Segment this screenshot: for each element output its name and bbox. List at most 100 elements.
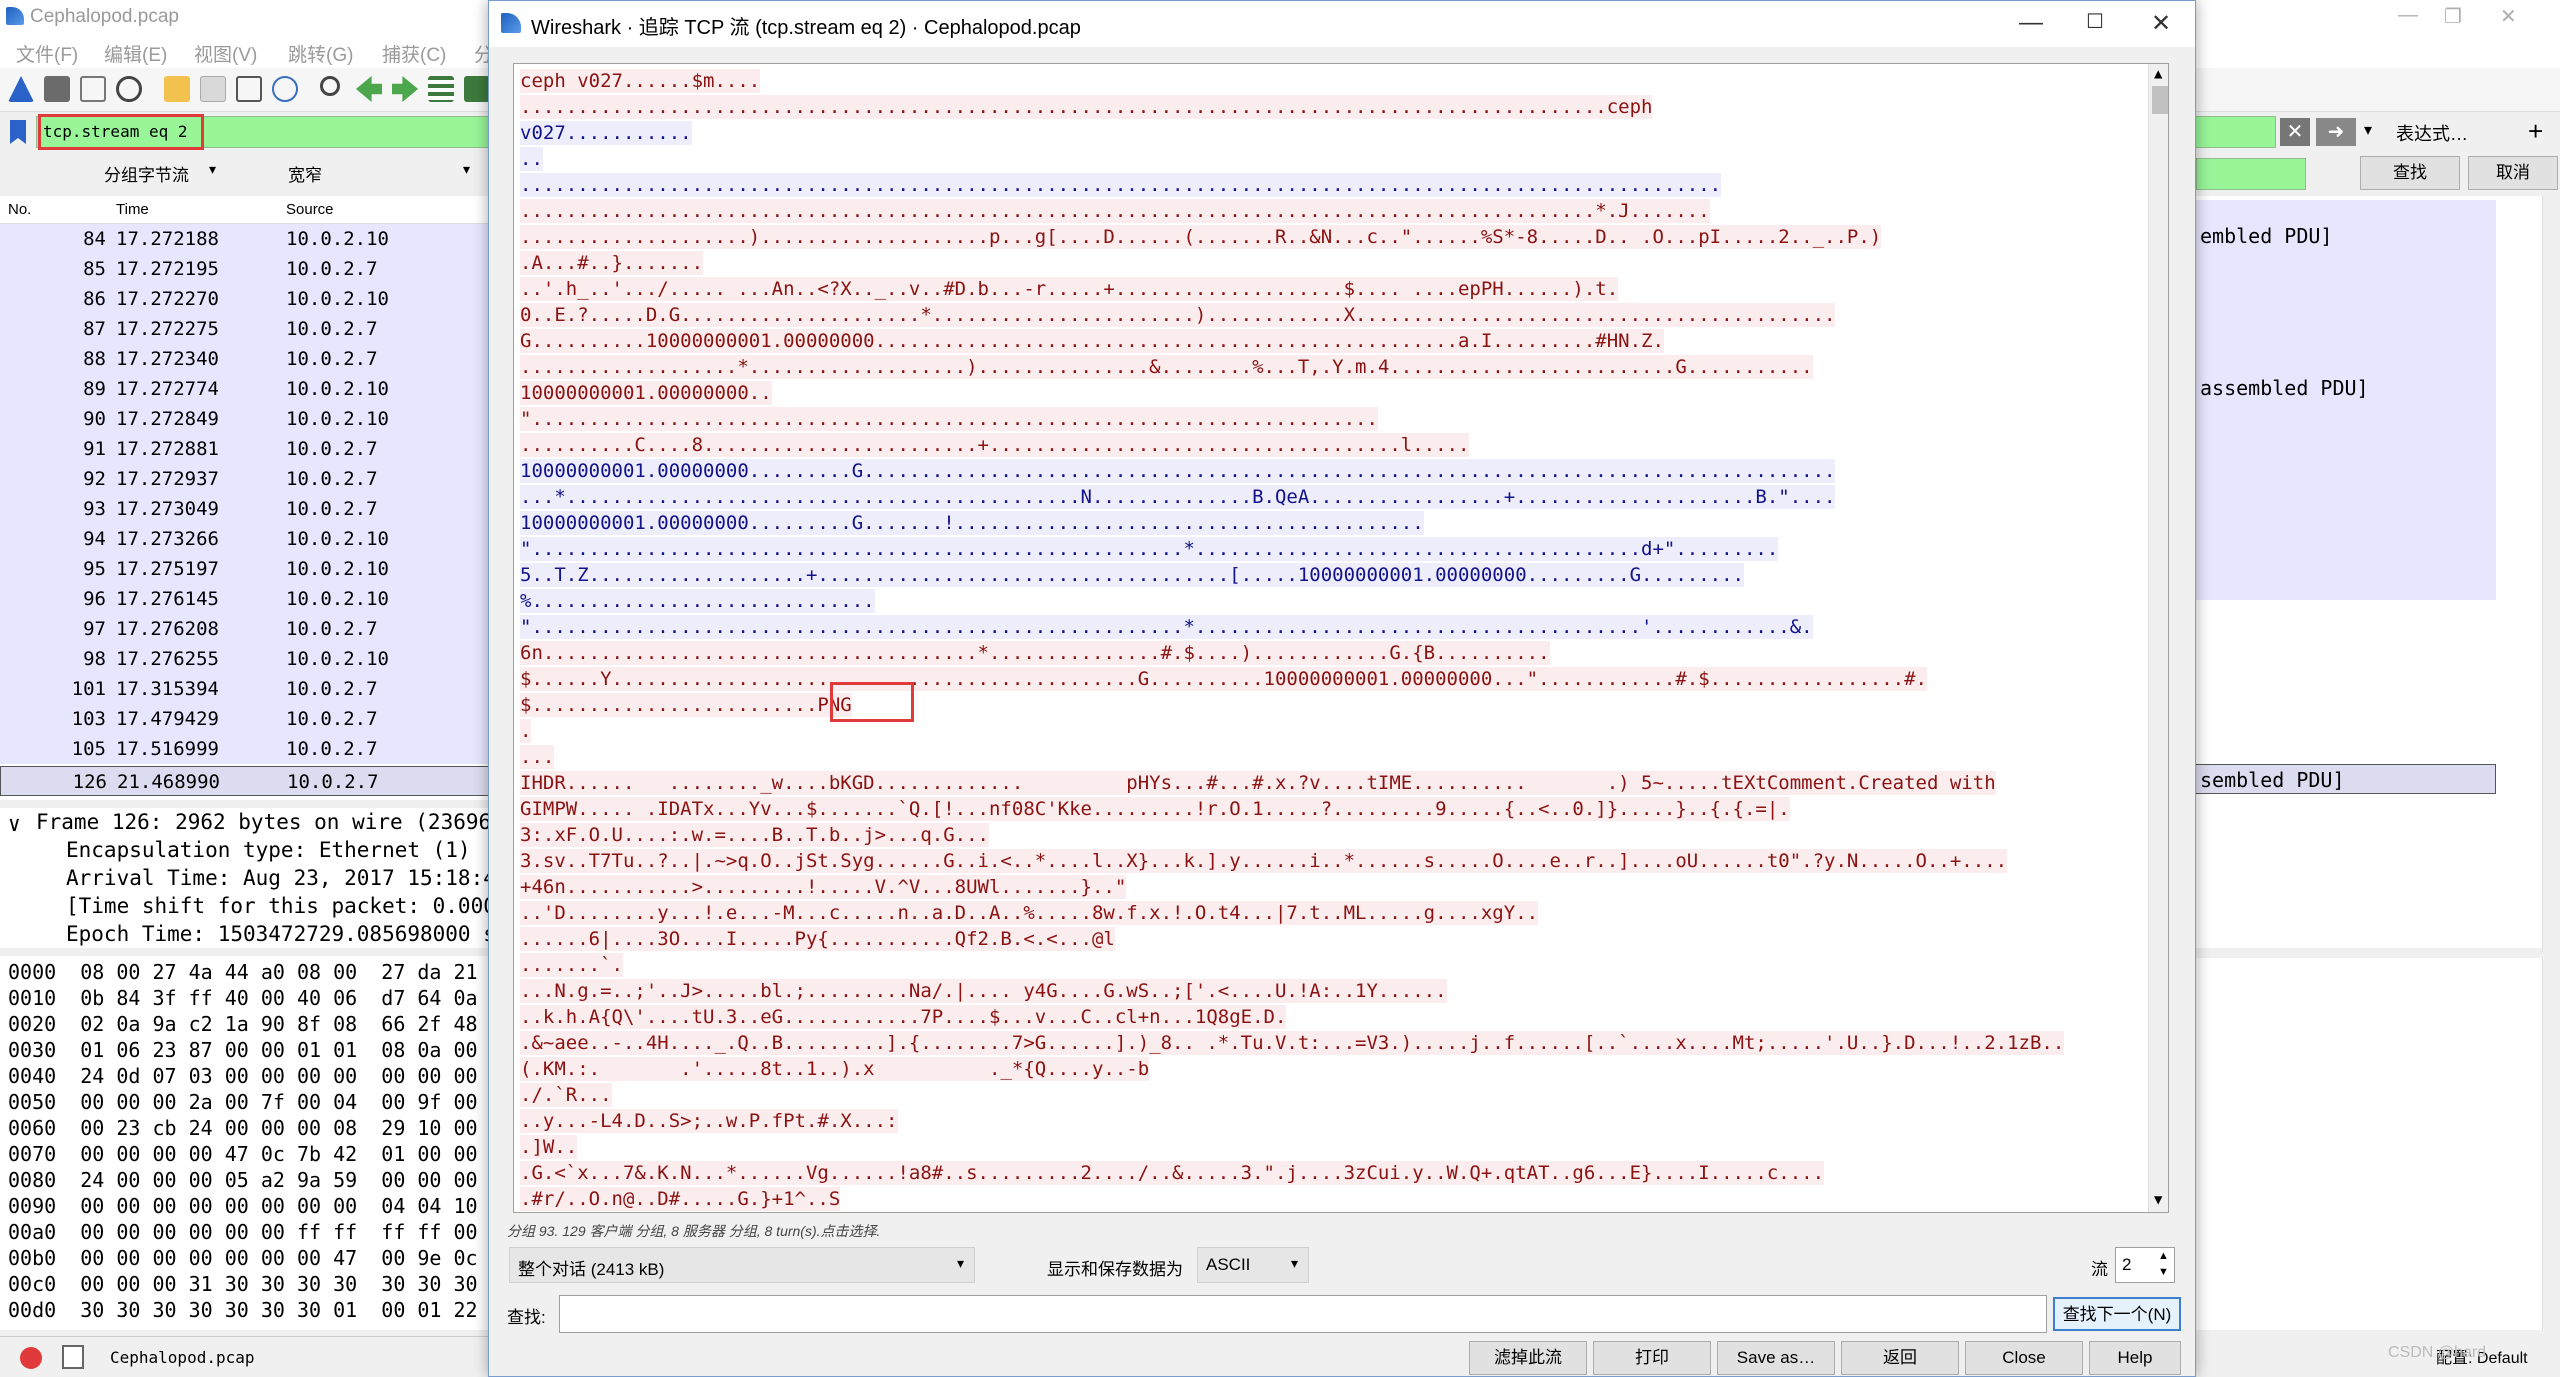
hex-row[interactable]: 0080 24 00 00 00 05 a2 9a 59 00 00 00 [8, 1168, 478, 1192]
spin-down-icon[interactable]: ▼ [2158, 1266, 2169, 1278]
table-row[interactable]: 105 17.516999 10.0.2.7 [0, 734, 490, 764]
menu-view[interactable]: 视图(V) [194, 40, 257, 67]
print-button[interactable]: 打印 [1593, 1341, 1711, 1375]
char-width-combo[interactable]: 宽窄 ▾ [280, 154, 480, 190]
capture-comment-icon[interactable] [62, 1345, 84, 1369]
scroll-thumb[interactable] [2152, 86, 2168, 114]
table-row[interactable]: 96 17.276145 10.0.2.10 [0, 584, 490, 614]
column-no[interactable]: No. [8, 201, 31, 218]
table-row[interactable]: 89 17.272774 10.0.2.10 [0, 374, 490, 404]
add-filter-button-icon[interactable]: + [2528, 116, 2543, 147]
table-row[interactable]: 97 17.276208 10.0.2.7 [0, 614, 490, 644]
hex-row[interactable]: 0070 00 00 00 00 47 0c 7b 42 01 00 00 [8, 1142, 478, 1166]
detail-time-shift[interactable]: [Time shift for this packet: 0.0000 [66, 894, 509, 918]
scroll-up-icon[interactable]: ▲ [2154, 66, 2162, 82]
close-button[interactable]: Close [1965, 1341, 2083, 1375]
restart-capture-icon[interactable] [80, 76, 106, 102]
go-first-icon[interactable] [464, 76, 490, 102]
scroll-down-icon[interactable]: ▼ [2154, 1192, 2162, 1208]
details-scrollbar[interactable] [2542, 812, 2560, 952]
hex-row[interactable]: 00d0 30 30 30 30 30 30 30 01 00 01 22 [8, 1298, 478, 1322]
menu-edit[interactable]: 编辑(E) [104, 40, 167, 67]
dialog-close-button[interactable]: ✕ [2137, 9, 2185, 39]
find-button[interactable]: 查找 [2360, 156, 2460, 190]
encoding-select[interactable]: ASCII ▾ [1197, 1247, 1309, 1283]
hex-row[interactable]: 0000 08 00 27 4a 44 a0 08 00 27 da 21 [8, 960, 478, 984]
dialog-minimize-button[interactable]: — [2007, 9, 2055, 39]
expand-chevron-icon[interactable]: ∨ [8, 812, 21, 836]
table-row[interactable]: 98 17.276255 10.0.2.10 [0, 644, 490, 674]
hex-row[interactable]: 0010 0b 84 3f ff 40 00 40 06 d7 64 0a [8, 986, 478, 1010]
bytes-scrollbar[interactable] [2542, 958, 2560, 1330]
stop-capture-icon[interactable] [44, 76, 70, 102]
detail-frame[interactable]: Frame 126: 2962 bytes on wire (23696 [36, 810, 491, 834]
packet-list-scrollbar[interactable] [2542, 196, 2560, 884]
save-file-icon[interactable] [200, 76, 226, 102]
menu-capture[interactable]: 捕获(C) [382, 40, 446, 67]
hex-row[interactable]: 0030 01 06 23 87 00 00 01 01 08 0a 00 [8, 1038, 478, 1062]
table-row[interactable]: 91 17.272881 10.0.2.7 [0, 434, 490, 464]
go-to-packet-icon[interactable] [428, 76, 454, 102]
stream-content[interactable]: ceph v027......$m.......................… [513, 63, 2169, 1213]
table-row[interactable]: 92 17.272937 10.0.2.7 [0, 464, 490, 494]
reload-icon[interactable] [272, 76, 298, 102]
go-back-icon[interactable] [356, 76, 382, 102]
table-row[interactable]: 88 17.272340 10.0.2.7 [0, 344, 490, 374]
main-minimize-button[interactable]: — [2398, 4, 2418, 27]
table-row[interactable]: 94 17.273266 10.0.2.10 [0, 524, 490, 554]
menu-file[interactable]: 文件(F) [16, 40, 78, 67]
filter-history-icon[interactable]: ▾ [2364, 120, 2372, 140]
conversation-select[interactable]: 整个对话 (2413 kB) ▾ [509, 1247, 975, 1283]
hex-row[interactable]: 0050 00 00 00 2a 00 7f 00 04 00 9f 00 [8, 1090, 478, 1114]
capture-options-icon[interactable] [116, 76, 142, 102]
main-restore-button[interactable]: ❐ [2444, 4, 2462, 29]
detail-encapsulation[interactable]: Encapsulation type: Ethernet (1) [66, 838, 471, 862]
column-time[interactable]: Time [116, 201, 149, 218]
hex-row[interactable]: 0090 00 00 00 00 00 00 00 00 04 04 10 [8, 1194, 478, 1218]
hex-row[interactable]: 0040 24 0d 07 03 00 00 00 00 00 00 00 [8, 1064, 478, 1088]
detail-arrival[interactable]: Arrival Time: Aug 23, 2017 15:18:49 [66, 866, 509, 890]
menu-go[interactable]: 跳转(G) [288, 40, 353, 67]
search-in-combo[interactable]: 分组字节流 ▾ [96, 154, 226, 190]
filter-out-stream-button[interactable]: 滤掉此流 [1469, 1341, 1587, 1375]
expression-button[interactable]: 表达式… [2396, 120, 2468, 146]
table-row[interactable]: 87 17.272275 10.0.2.7 [0, 314, 490, 344]
spin-up-icon[interactable]: ▲ [2158, 1250, 2169, 1262]
save-as-button[interactable]: Save as… [1717, 1341, 1835, 1375]
stream-scrollbar[interactable]: ▲ ▼ [2148, 64, 2168, 1212]
detail-epoch[interactable]: Epoch Time: 1503472729.085698000 se [66, 922, 509, 946]
expert-info-icon[interactable] [20, 1347, 42, 1369]
table-row[interactable]: 85 17.272195 10.0.2.7 [0, 254, 490, 284]
table-row[interactable]: 101 17.315394 10.0.2.7 [0, 674, 490, 704]
close-file-icon[interactable] [236, 76, 262, 102]
table-row[interactable]: 95 17.275197 10.0.2.10 [0, 554, 490, 584]
table-row[interactable]: 84 17.272188 10.0.2.10 [0, 224, 490, 254]
find-next-button[interactable]: 查找下一个(N) [2053, 1297, 2181, 1331]
apply-filter-icon[interactable]: ➜ [2316, 118, 2356, 146]
clear-filter-icon[interactable]: ✕ [2280, 118, 2310, 146]
cancel-find-button[interactable]: 取消 [2468, 156, 2558, 190]
hex-row[interactable]: 00b0 00 00 00 00 00 00 00 47 00 9e 0c [8, 1246, 478, 1270]
table-row[interactable]: 93 17.273049 10.0.2.7 [0, 494, 490, 524]
hex-row[interactable]: 0020 02 0a 9a c2 1a 90 8f 08 66 2f 48 [8, 1012, 478, 1036]
back-button[interactable]: 返回 [1841, 1341, 1959, 1375]
table-row[interactable]: 86 17.272270 10.0.2.10 [0, 284, 490, 314]
hex-row[interactable]: 00c0 00 00 00 31 30 30 30 30 30 30 30 [8, 1272, 478, 1296]
find-input[interactable] [559, 1295, 2047, 1333]
table-row-selected[interactable]: 126 21.468990 10.0.2.7 [0, 766, 490, 796]
stream-number-spinbox[interactable]: 2 ▲ ▼ [2115, 1247, 2175, 1283]
go-forward-icon[interactable] [392, 76, 418, 102]
table-row[interactable]: 103 17.479429 10.0.2.7 [0, 704, 490, 734]
hex-row[interactable]: 0060 00 23 cb 24 00 00 00 08 29 10 00 [8, 1116, 478, 1140]
open-file-icon[interactable] [164, 76, 190, 102]
start-capture-icon[interactable] [8, 76, 34, 102]
search-field-tail[interactable] [2196, 158, 2306, 190]
hex-row[interactable]: 00a0 00 00 00 00 00 00 ff ff ff ff 00 [8, 1220, 478, 1244]
bookmark-icon[interactable] [10, 120, 26, 144]
table-row[interactable]: 90 17.272849 10.0.2.10 [0, 404, 490, 434]
column-source[interactable]: Source [286, 201, 334, 218]
find-packet-icon[interactable] [320, 76, 340, 96]
dialog-maximize-button[interactable]: ☐ [2071, 9, 2119, 39]
main-close-button[interactable]: ✕ [2500, 4, 2517, 29]
help-button[interactable]: Help [2089, 1341, 2181, 1375]
